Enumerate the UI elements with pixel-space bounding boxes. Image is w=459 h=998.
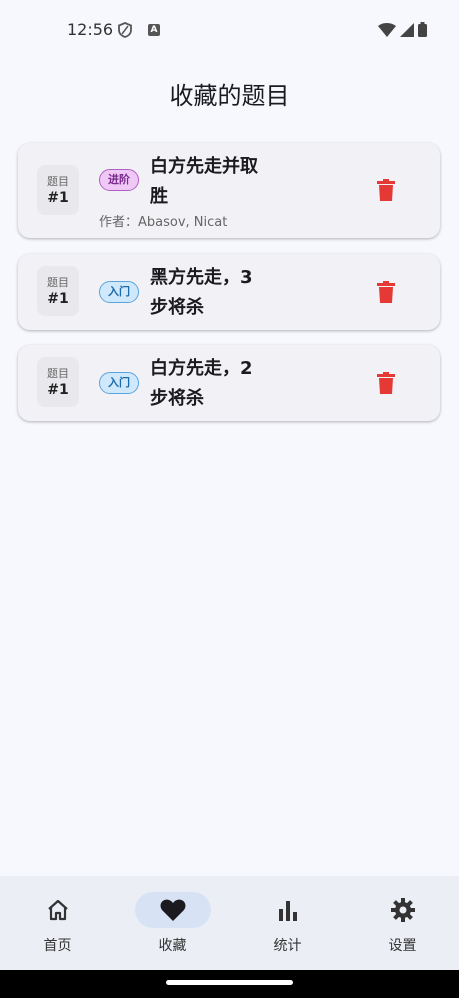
shield-icon (118, 22, 132, 42)
problem-number-label: 题目 (47, 367, 69, 380)
problem-number-box: 题目 #1 (37, 266, 79, 316)
nav-settings[interactable]: 设置 (345, 876, 459, 970)
status-icons (378, 22, 427, 37)
delete-button[interactable] (370, 276, 402, 308)
delete-button[interactable] (370, 367, 402, 399)
problem-number: #1 (47, 291, 69, 307)
home-icon (47, 899, 68, 921)
problem-title: 黑方先走，3步将杀 (150, 267, 253, 318)
problem-number-label: 题目 (47, 276, 69, 289)
gesture-bar (0, 970, 459, 998)
problem-number-box: 题目 #1 (37, 357, 79, 407)
nav-home[interactable]: 首页 (0, 876, 115, 970)
level-badge: 进阶 (99, 169, 139, 191)
gear-icon (390, 898, 415, 922)
problem-number-box: 题目 #1 (37, 165, 79, 215)
nav-stats[interactable]: 统计 (230, 876, 345, 970)
nav-home-label: 首页 (43, 938, 72, 954)
status-time: 12:56 (67, 20, 114, 39)
favorite-card[interactable]: 题目 #1 入门 白方先走，2步将杀 (18, 345, 440, 421)
page-title: 收藏的题目 (169, 82, 290, 110)
nav-settings-label: 设置 (388, 938, 417, 954)
favorite-card[interactable]: 题目 #1 入门 黑方先走，3步将杀 (18, 254, 440, 330)
home-indicator[interactable] (166, 980, 293, 985)
problem-author: 作者：Abasov, Nicat (99, 215, 228, 230)
problem-number: #1 (47, 382, 69, 398)
level-badge: 入门 (99, 372, 139, 394)
signal-icon (400, 22, 414, 37)
problem-number: #1 (47, 190, 69, 206)
battery-icon (418, 22, 427, 37)
problem-title: 白方先走，2步将杀 (150, 358, 253, 409)
level-badge: 入门 (99, 281, 139, 303)
nav-stats-label: 统计 (273, 938, 302, 954)
nav-favorites-label: 收藏 (158, 938, 187, 954)
trash-icon (377, 372, 395, 394)
bottom-nav: 首页 收藏 统计 设置 (0, 876, 459, 970)
trash-icon (377, 179, 395, 201)
bar-chart-icon (278, 901, 297, 921)
trash-icon (377, 281, 395, 303)
nav-favorites[interactable]: 收藏 (115, 876, 230, 970)
heart-icon (160, 899, 185, 921)
favorite-card[interactable]: 题目 #1 进阶 白方先走并取胜 作者：Abasov, Nicat (18, 143, 440, 238)
wifi-icon (378, 22, 396, 37)
app-notification-icon: A (148, 24, 160, 36)
problem-title: 白方先走并取胜 (150, 156, 258, 207)
status-bar: 12:56 A (0, 0, 459, 60)
delete-button[interactable] (370, 174, 402, 206)
problem-number-label: 题目 (47, 175, 69, 188)
